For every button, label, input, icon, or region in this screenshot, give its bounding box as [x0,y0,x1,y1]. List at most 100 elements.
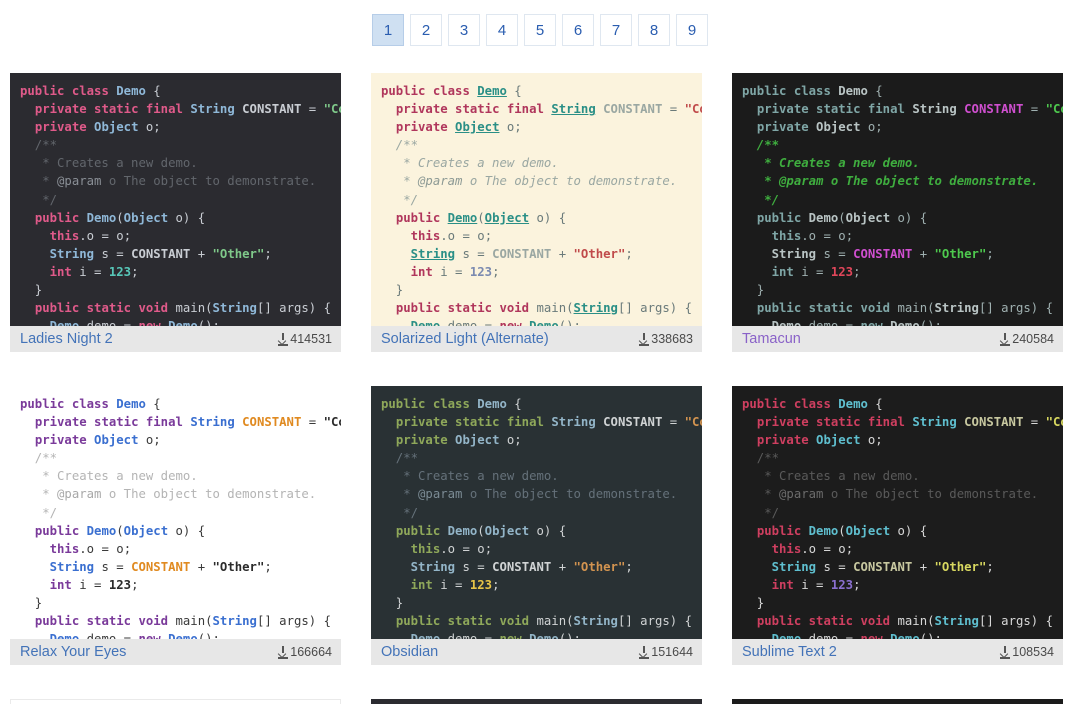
code-token-punct: = [108,246,132,261]
code-token-punct: [] [256,301,280,316]
code-line: * @param o The object to demonstrate. [732,172,1063,190]
code-line: } [10,281,341,299]
pagination-page-4[interactable]: 4 [486,14,518,46]
theme-title-link[interactable]: Sublime Text 2 [742,644,837,660]
pagination-page-7[interactable]: 7 [600,14,632,46]
code-token-keyword: new [861,319,883,326]
code-token-punct: . [79,541,87,556]
code-token-identifier: o [808,228,817,243]
code-line: String s = CONSTANT + "Other"; [732,558,1063,576]
code-line: this.o = o; [732,227,1063,245]
pagination-page-6[interactable]: 6 [562,14,594,46]
code-token-punct [440,632,447,639]
code-token-type: String [49,559,95,574]
code-token-comment: o The object to demonstrate. [823,174,1039,189]
code-line: private Object o; [10,431,341,449]
pagination-page-5[interactable]: 5 [524,14,556,46]
code-token-punct: ; [484,541,493,556]
pagination-page-1[interactable]: 1 [372,14,404,46]
code-token-punct: ; [492,577,500,592]
code-token-punct: = [830,246,854,261]
code-token-punct: [] [978,301,1002,316]
code-token-number: 123 [469,577,493,592]
code-token-punct: = [477,319,499,326]
code-token-type: Object [845,210,891,225]
code-token-identifier: s [101,559,109,574]
download-count: 338683 [639,332,693,346]
theme-card[interactable]: public class Demo { private static final… [732,73,1063,352]
code-token-type: Demo [447,210,478,225]
code-token-constant: CONSTANT [131,559,191,574]
pagination-page-3[interactable]: 3 [448,14,480,46]
download-count: 414531 [278,332,332,346]
pagination[interactable]: 123456789 [0,0,1080,60]
theme-card[interactable] [371,699,702,704]
code-token-punct [138,433,145,447]
theme-card[interactable]: public class Demo { private static final… [371,73,702,352]
code-token-type: String [912,102,957,117]
code-token-identifier: args [640,301,670,316]
code-token-comment: o The object to demonstrate. [462,487,678,502]
code-token-type: Demo [772,632,802,639]
code-line: public static void main(String[] args) { [371,612,702,630]
theme-card[interactable] [10,699,341,704]
theme-title-link[interactable]: Ladies Night 2 [20,331,113,347]
code-token-type: Object [845,523,891,538]
theme-card[interactable] [732,699,1063,704]
code-token-type: String [212,614,257,629]
code-line: Demo demo = new Demo(); [10,317,341,326]
code-token-punct [801,614,808,628]
code-line: */ [371,191,702,209]
theme-card[interactable]: public class Demo { private static final… [10,386,341,665]
code-preview: public class Demo { private static final… [10,386,341,639]
code-token-punct [801,301,808,315]
code-token-identifier: o [447,228,456,243]
code-token-punct [64,397,71,411]
code-token-keyword: static [816,102,861,117]
pagination-page-2[interactable]: 2 [410,14,442,46]
code-token-punct: ; [845,541,854,556]
code-token-string: "Constant" [1045,415,1063,430]
theme-card[interactable]: public class Demo { private static final… [732,386,1063,665]
theme-title-link[interactable]: Tamacun [742,331,801,347]
code-token-punct: + [190,246,213,261]
code-token-punct [742,102,757,116]
code-token-type: Demo [477,397,507,411]
code-token-punct [448,415,455,429]
code-line: public static void main(String[] args) { [732,299,1063,317]
code-token-keyword: public [395,301,441,316]
code-token-comment: /** [742,451,780,466]
theme-card[interactable]: public class Demo { private static final… [371,386,702,665]
pagination-page-9[interactable]: 9 [676,14,708,46]
code-token-punct [381,614,396,628]
code-token-string: "Constant" [684,102,702,117]
download-icon [1000,332,1011,346]
code-token-punct: ; [514,120,522,135]
code-token-keyword: void [860,614,891,629]
code-token-punct: ) { [669,301,693,316]
code-token-punct: = [455,228,478,243]
theme-title-link[interactable]: Relax Your Eyes [20,644,126,660]
code-line: * @param o The object to demonstrate. [10,172,341,190]
theme-card[interactable]: public class Demo { private static final… [10,73,341,352]
code-token-punct: ; [625,246,633,261]
code-line: * Creates a new demo. [10,467,341,485]
pagination-page-8[interactable]: 8 [638,14,670,46]
code-line: int i = 123; [732,263,1063,281]
download-count-value: 108534 [1012,645,1054,659]
code-token-punct [742,211,757,225]
code-token-punct [809,120,816,134]
code-token-punct [381,578,411,592]
code-token-type: Demo [86,210,117,225]
code-token-identifier: args [279,614,309,629]
code-token-constant: CONSTANT [242,415,302,430]
code-token-keyword: this [410,228,441,243]
code-token-type: Object [484,523,530,538]
code-token-comment: /** [20,138,58,153]
code-token-type: Object [816,433,861,448]
code-token-punct [742,433,757,447]
code-token-punct: ) { [669,614,693,629]
code-token-punct: = [1023,102,1046,117]
theme-title-link[interactable]: Obsidian [381,644,438,660]
theme-title-link[interactable]: Solarized Light (Alternate) [381,331,549,347]
